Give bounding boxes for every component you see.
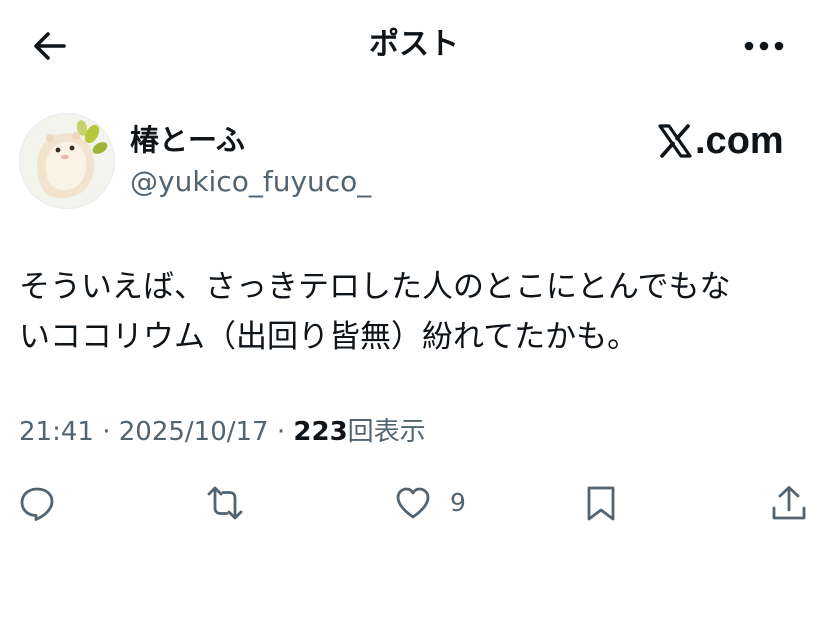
post-date[interactable]: 2025/10/17 [119,417,269,447]
repost-icon [207,486,243,520]
avatar-image [20,114,114,208]
post-time[interactable]: 21:41 [19,417,94,447]
x-com-logo-text: .com [695,120,784,162]
post-text: そういえば、さっきテロした人のとこにとんでもな いココリウム（出回り皆無）紛れて… [19,269,731,355]
top-navigation-bar: ポスト [0,0,828,90]
views-count: 223 [293,417,348,447]
author-handle[interactable]: @yukico_fuyuco_ [130,164,371,200]
more-options-button[interactable] [742,24,786,68]
x-logo-icon [658,124,692,158]
author-display-name[interactable]: 椿とーふ [130,122,245,158]
post-metadata: 21:41 · 2025/10/17 · 223回表示 [19,414,426,450]
x-com-logo: .com [657,120,784,162]
page-title: ポスト [369,27,459,62]
bookmark-button[interactable] [582,478,620,528]
avatar[interactable] [19,113,115,209]
share-icon [772,486,806,520]
bookmark-icon [587,486,615,521]
more-horizontal-icon [744,41,784,51]
reply-icon [20,487,54,521]
like-count: 9 [450,488,466,517]
views-label: 回表示 [347,417,426,447]
reply-button[interactable] [18,478,56,528]
separator-dot: · [93,417,119,447]
repost-button[interactable] [206,478,244,528]
like-button[interactable]: 9 [394,478,466,528]
post-action-bar: 9 [0,478,828,528]
heart-icon [396,487,430,519]
share-button[interactable] [770,478,808,528]
separator-dot: · [268,417,294,447]
